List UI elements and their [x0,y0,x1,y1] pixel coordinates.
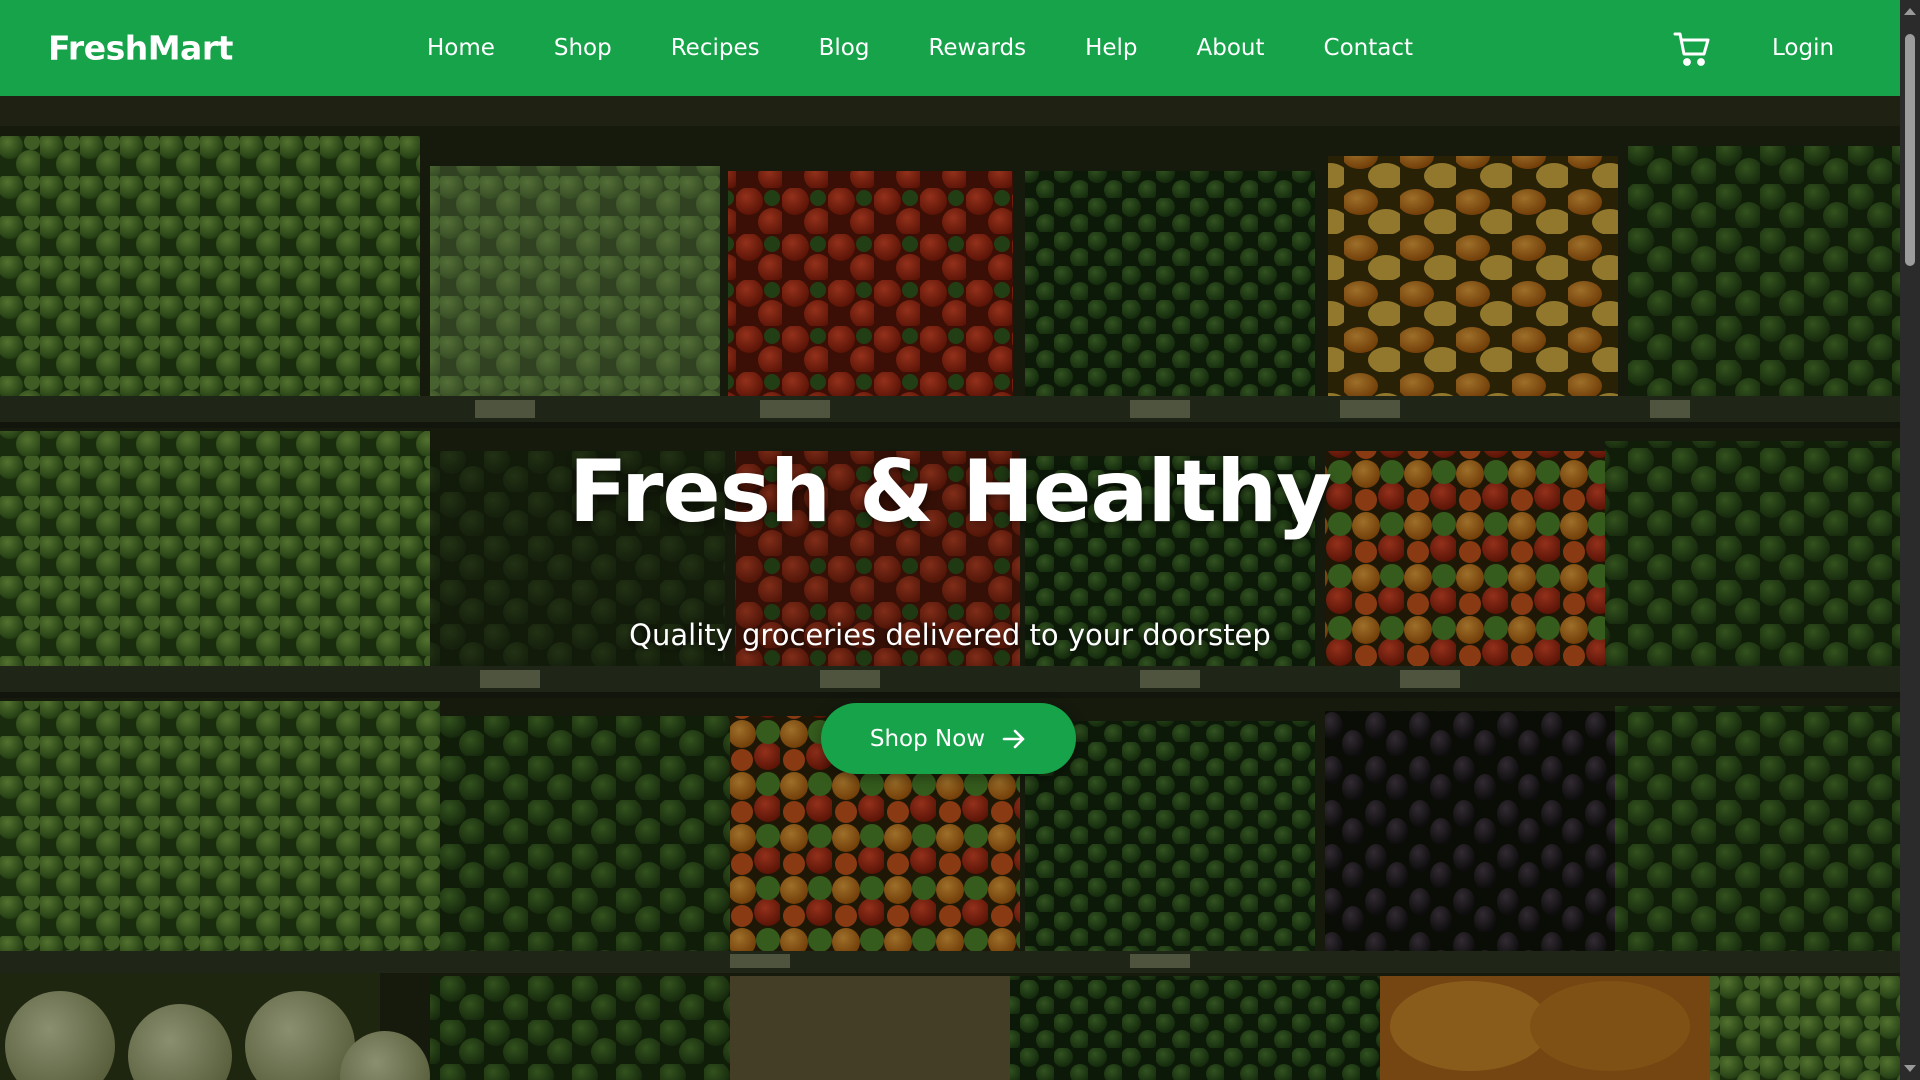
nav-link-home[interactable]: Home [427,35,495,61]
shopping-cart-icon[interactable] [1672,29,1712,69]
page-scrollbar[interactable] [1900,0,1920,1080]
arrow-right-icon [1002,729,1025,748]
page: FreshMart Home Shop Recipes Blog Rewards… [0,0,1920,1080]
scroll-down-arrow-icon[interactable] [1904,1065,1916,1072]
shop-now-button[interactable]: Shop Now [821,703,1076,774]
scroll-up-arrow-icon[interactable] [1904,8,1916,15]
hero-subtitle: Quality groceries delivered to your door… [629,618,1271,652]
nav-link-shop[interactable]: Shop [554,35,612,61]
scroll-thumb[interactable] [1905,34,1915,266]
hero-content: Fresh & Healthy Quality groceries delive… [0,96,1900,1080]
nav-link-blog[interactable]: Blog [819,35,870,61]
nav-link-contact[interactable]: Contact [1324,35,1413,61]
nav-link-about[interactable]: About [1197,35,1265,61]
hero-title: Fresh & Healthy [568,442,1333,542]
nav-link-recipes[interactable]: Recipes [671,35,760,61]
main-nav: Home Shop Recipes Blog Rewards Help Abou… [0,0,1900,96]
nav-link-help[interactable]: Help [1085,35,1137,61]
nav-link-rewards[interactable]: Rewards [928,35,1026,61]
shop-now-label: Shop Now [869,725,986,752]
hero-section: Fresh & Healthy Quality groceries delive… [0,96,1900,1080]
login-link[interactable]: Login [1772,35,1834,61]
top-navbar: FreshMart Home Shop Recipes Blog Rewards… [0,0,1900,96]
